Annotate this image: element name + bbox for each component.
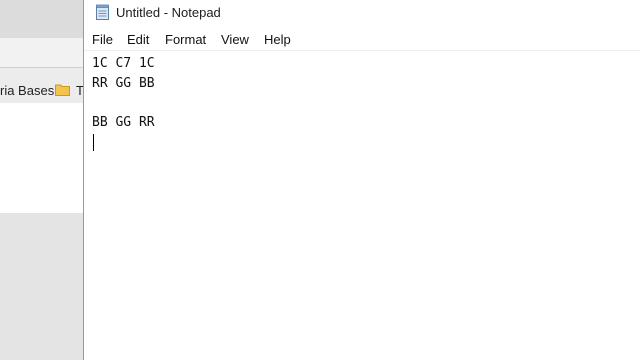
- background-window-toolbar: [0, 38, 84, 68]
- text-line-4: BB GG RR: [92, 115, 155, 130]
- text-editor-area[interactable]: 1C C7 1C RR GG BB BB GG RR: [85, 52, 640, 360]
- background-window-lower-area: [0, 213, 84, 360]
- menu-view[interactable]: View: [220, 32, 250, 47]
- window-title: Untitled - Notepad: [116, 5, 221, 20]
- menu-edit[interactable]: Edit: [126, 32, 150, 47]
- background-window-titlebar: [0, 0, 84, 38]
- background-page-content: [0, 103, 84, 213]
- menu-format[interactable]: Format: [164, 32, 207, 47]
- menu-file[interactable]: File: [91, 32, 114, 47]
- text-line-1: 1C C7 1C: [92, 56, 155, 71]
- notepad-app-icon: [96, 4, 109, 20]
- bookmark-item-label[interactable]: ria Bases: [0, 83, 54, 98]
- notepad-titlebar[interactable]: Untitled - Notepad: [84, 0, 640, 28]
- notepad-window: Untitled - Notepad File Edit Format View…: [83, 0, 640, 360]
- menu-help[interactable]: Help: [263, 32, 292, 47]
- menu-bar: File Edit Format View Help: [84, 28, 640, 51]
- text-line-2: RR GG BB: [92, 76, 155, 91]
- folder-icon[interactable]: [55, 83, 70, 96]
- text-caret: [93, 134, 94, 151]
- background-browser-window: ria Bases T: [0, 0, 84, 360]
